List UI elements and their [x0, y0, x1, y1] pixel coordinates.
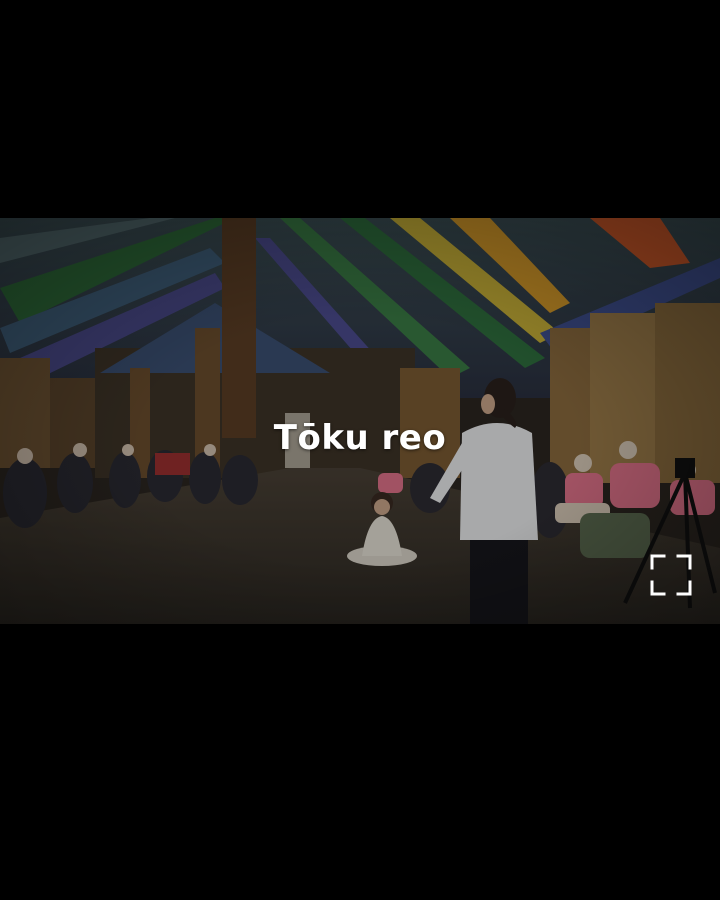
fullscreen-icon	[650, 554, 692, 596]
fullscreen-button[interactable]	[646, 550, 696, 600]
video-caption: Tōku reo	[273, 418, 447, 458]
